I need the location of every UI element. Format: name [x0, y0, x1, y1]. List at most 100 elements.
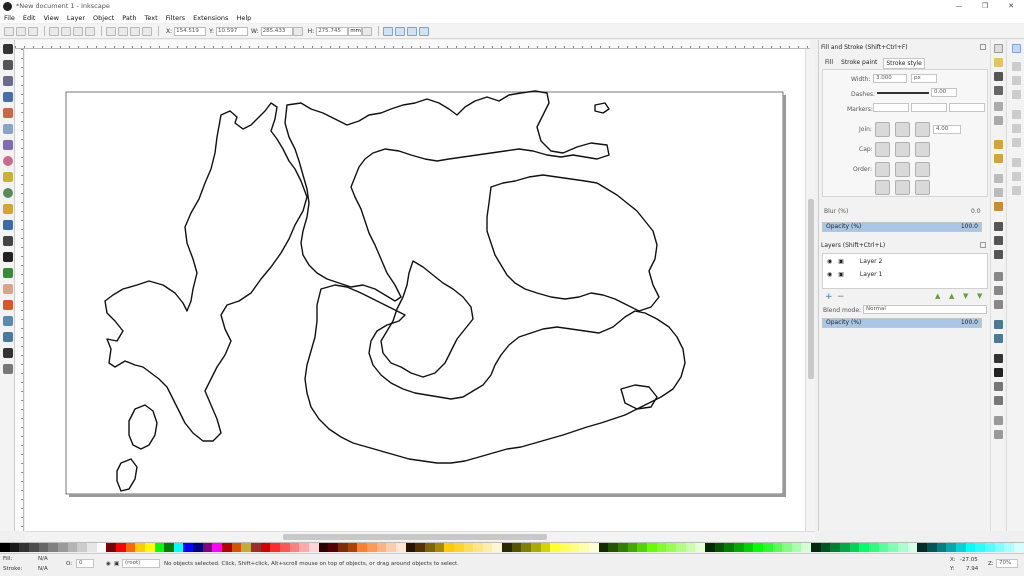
palette-swatch[interactable] [733, 543, 744, 552]
raise-layer-to-top-icon[interactable]: ▲ [935, 292, 940, 300]
measure-tool-icon[interactable] [3, 108, 13, 118]
flip-vertical-button[interactable] [85, 26, 95, 36]
palette-swatch[interactable] [299, 543, 309, 552]
butt-cap-button[interactable] [875, 142, 890, 157]
palette-swatch[interactable] [714, 543, 725, 552]
palette-swatch[interactable] [386, 543, 396, 552]
end-marker-select[interactable] [949, 103, 985, 112]
snap-paths-icon[interactable] [1012, 124, 1021, 133]
close-panel-icon[interactable] [980, 44, 986, 50]
pencil-tool-icon[interactable] [3, 204, 13, 214]
layer-name[interactable]: Layer 1 [860, 271, 882, 278]
palette-swatch[interactable] [907, 543, 918, 552]
palette-swatch[interactable] [125, 543, 136, 552]
round-join-button[interactable] [895, 122, 910, 137]
palette-swatch[interactable] [589, 543, 599, 552]
palette-swatch[interactable] [434, 543, 445, 552]
palette-swatch[interactable] [695, 543, 705, 552]
palette-swatch[interactable] [366, 543, 377, 552]
raise-layer-icon[interactable]: ▲ [949, 292, 954, 300]
palette-swatch[interactable] [1004, 543, 1014, 552]
blur-value[interactable]: 0.0 [971, 208, 981, 215]
spiral-tool-icon[interactable] [3, 188, 13, 198]
redo-icon[interactable] [994, 154, 1003, 163]
palette-swatch[interactable] [453, 543, 464, 552]
snap-nodes-icon[interactable] [1012, 110, 1021, 119]
deselect-button[interactable] [28, 26, 38, 36]
vertical-scroll-thumb[interactable] [808, 199, 814, 379]
palette-swatch[interactable] [569, 543, 580, 552]
palette-swatch[interactable] [743, 543, 754, 552]
cut-icon[interactable] [994, 188, 1003, 197]
text-font-dialog-icon[interactable] [994, 368, 1003, 377]
save-icon[interactable] [994, 72, 1003, 81]
palette-swatch[interactable] [482, 543, 493, 552]
snap-bbox-corners-icon[interactable] [1012, 90, 1021, 99]
fill-stroke-dialog-icon[interactable] [994, 354, 1003, 363]
star-tool-icon[interactable] [3, 172, 13, 182]
layer-name[interactable]: Layer 2 [860, 258, 882, 265]
undo-icon[interactable] [994, 140, 1003, 149]
palette-swatch[interactable] [772, 543, 783, 552]
lower-button[interactable] [130, 26, 140, 36]
zoom-drawing-icon[interactable] [994, 236, 1003, 245]
snap-intersections-icon[interactable] [1012, 138, 1021, 147]
lock-icon[interactable]: ▣ [838, 258, 844, 265]
calligraphy-tool-icon[interactable] [3, 236, 13, 246]
current-layer-select[interactable]: (root) [122, 559, 160, 568]
palette-swatch[interactable] [502, 543, 512, 552]
palette-swatch[interactable] [646, 543, 657, 552]
palette-swatch[interactable] [260, 543, 271, 552]
raise-to-top-button[interactable] [106, 26, 116, 36]
palette-swatch[interactable] [144, 543, 155, 552]
palette-swatch[interactable] [357, 543, 367, 552]
menu-text[interactable]: Text [145, 14, 158, 22]
palette-swatch[interactable] [927, 543, 937, 552]
palette-swatch[interactable] [540, 543, 551, 552]
menu-help[interactable]: Help [236, 14, 251, 22]
bevel-join-button[interactable] [915, 122, 930, 137]
order-stroke-fill-markers-button[interactable] [895, 162, 910, 177]
transform-gradients-button[interactable] [407, 26, 418, 36]
palette-swatch[interactable] [231, 543, 242, 552]
ungroup-icon[interactable] [994, 334, 1003, 343]
dropper-tool-icon[interactable] [3, 348, 13, 358]
layer-visibility-icon[interactable]: ◉ [106, 561, 111, 567]
miter-join-button[interactable] [875, 122, 890, 137]
rotate-ccw-button[interactable] [49, 26, 59, 36]
palette-swatch[interactable] [405, 543, 416, 552]
palette-swatch[interactable] [820, 543, 831, 552]
palette-swatch[interactable] [222, 543, 232, 552]
select-all-layers-button[interactable] [16, 26, 26, 36]
palette-swatch[interactable] [202, 543, 213, 552]
palette-swatch[interactable] [724, 543, 734, 552]
snap-grid-icon[interactable] [1012, 172, 1021, 181]
vertical-ruler[interactable] [15, 49, 24, 531]
horizontal-ruler[interactable] [15, 40, 810, 49]
palette-swatch[interactable] [473, 543, 483, 552]
tab-fill[interactable]: Fill [823, 58, 835, 69]
palette-swatch[interactable] [1013, 543, 1024, 552]
tweak-tool-icon[interactable] [3, 76, 13, 86]
palette-swatch[interactable] [57, 543, 68, 552]
raise-button[interactable] [118, 26, 128, 36]
menu-object[interactable]: Object [93, 14, 114, 22]
palette-swatch[interactable] [994, 543, 1005, 552]
scale-corners-button[interactable] [395, 26, 406, 36]
remove-layer-icon[interactable]: − [837, 292, 845, 302]
palette-swatch[interactable] [627, 543, 638, 552]
palette-swatch[interactable] [173, 543, 184, 552]
palette-swatch[interactable] [898, 543, 908, 552]
add-layer-icon[interactable]: + [825, 292, 833, 302]
spray-tool-icon[interactable] [3, 268, 13, 278]
miter-limit-input[interactable]: 4.00 [933, 125, 961, 134]
text-tool-icon[interactable] [3, 252, 13, 262]
palette-swatch[interactable] [444, 543, 454, 552]
node-tool-icon[interactable] [3, 60, 13, 70]
snap-page-border-icon[interactable] [1012, 158, 1021, 167]
palette-swatch[interactable] [241, 543, 252, 552]
copy-icon[interactable] [994, 174, 1003, 183]
palette-swatch[interactable] [869, 543, 879, 552]
palette-swatch[interactable] [618, 543, 628, 552]
eye-icon[interactable]: ◉ [827, 258, 832, 265]
